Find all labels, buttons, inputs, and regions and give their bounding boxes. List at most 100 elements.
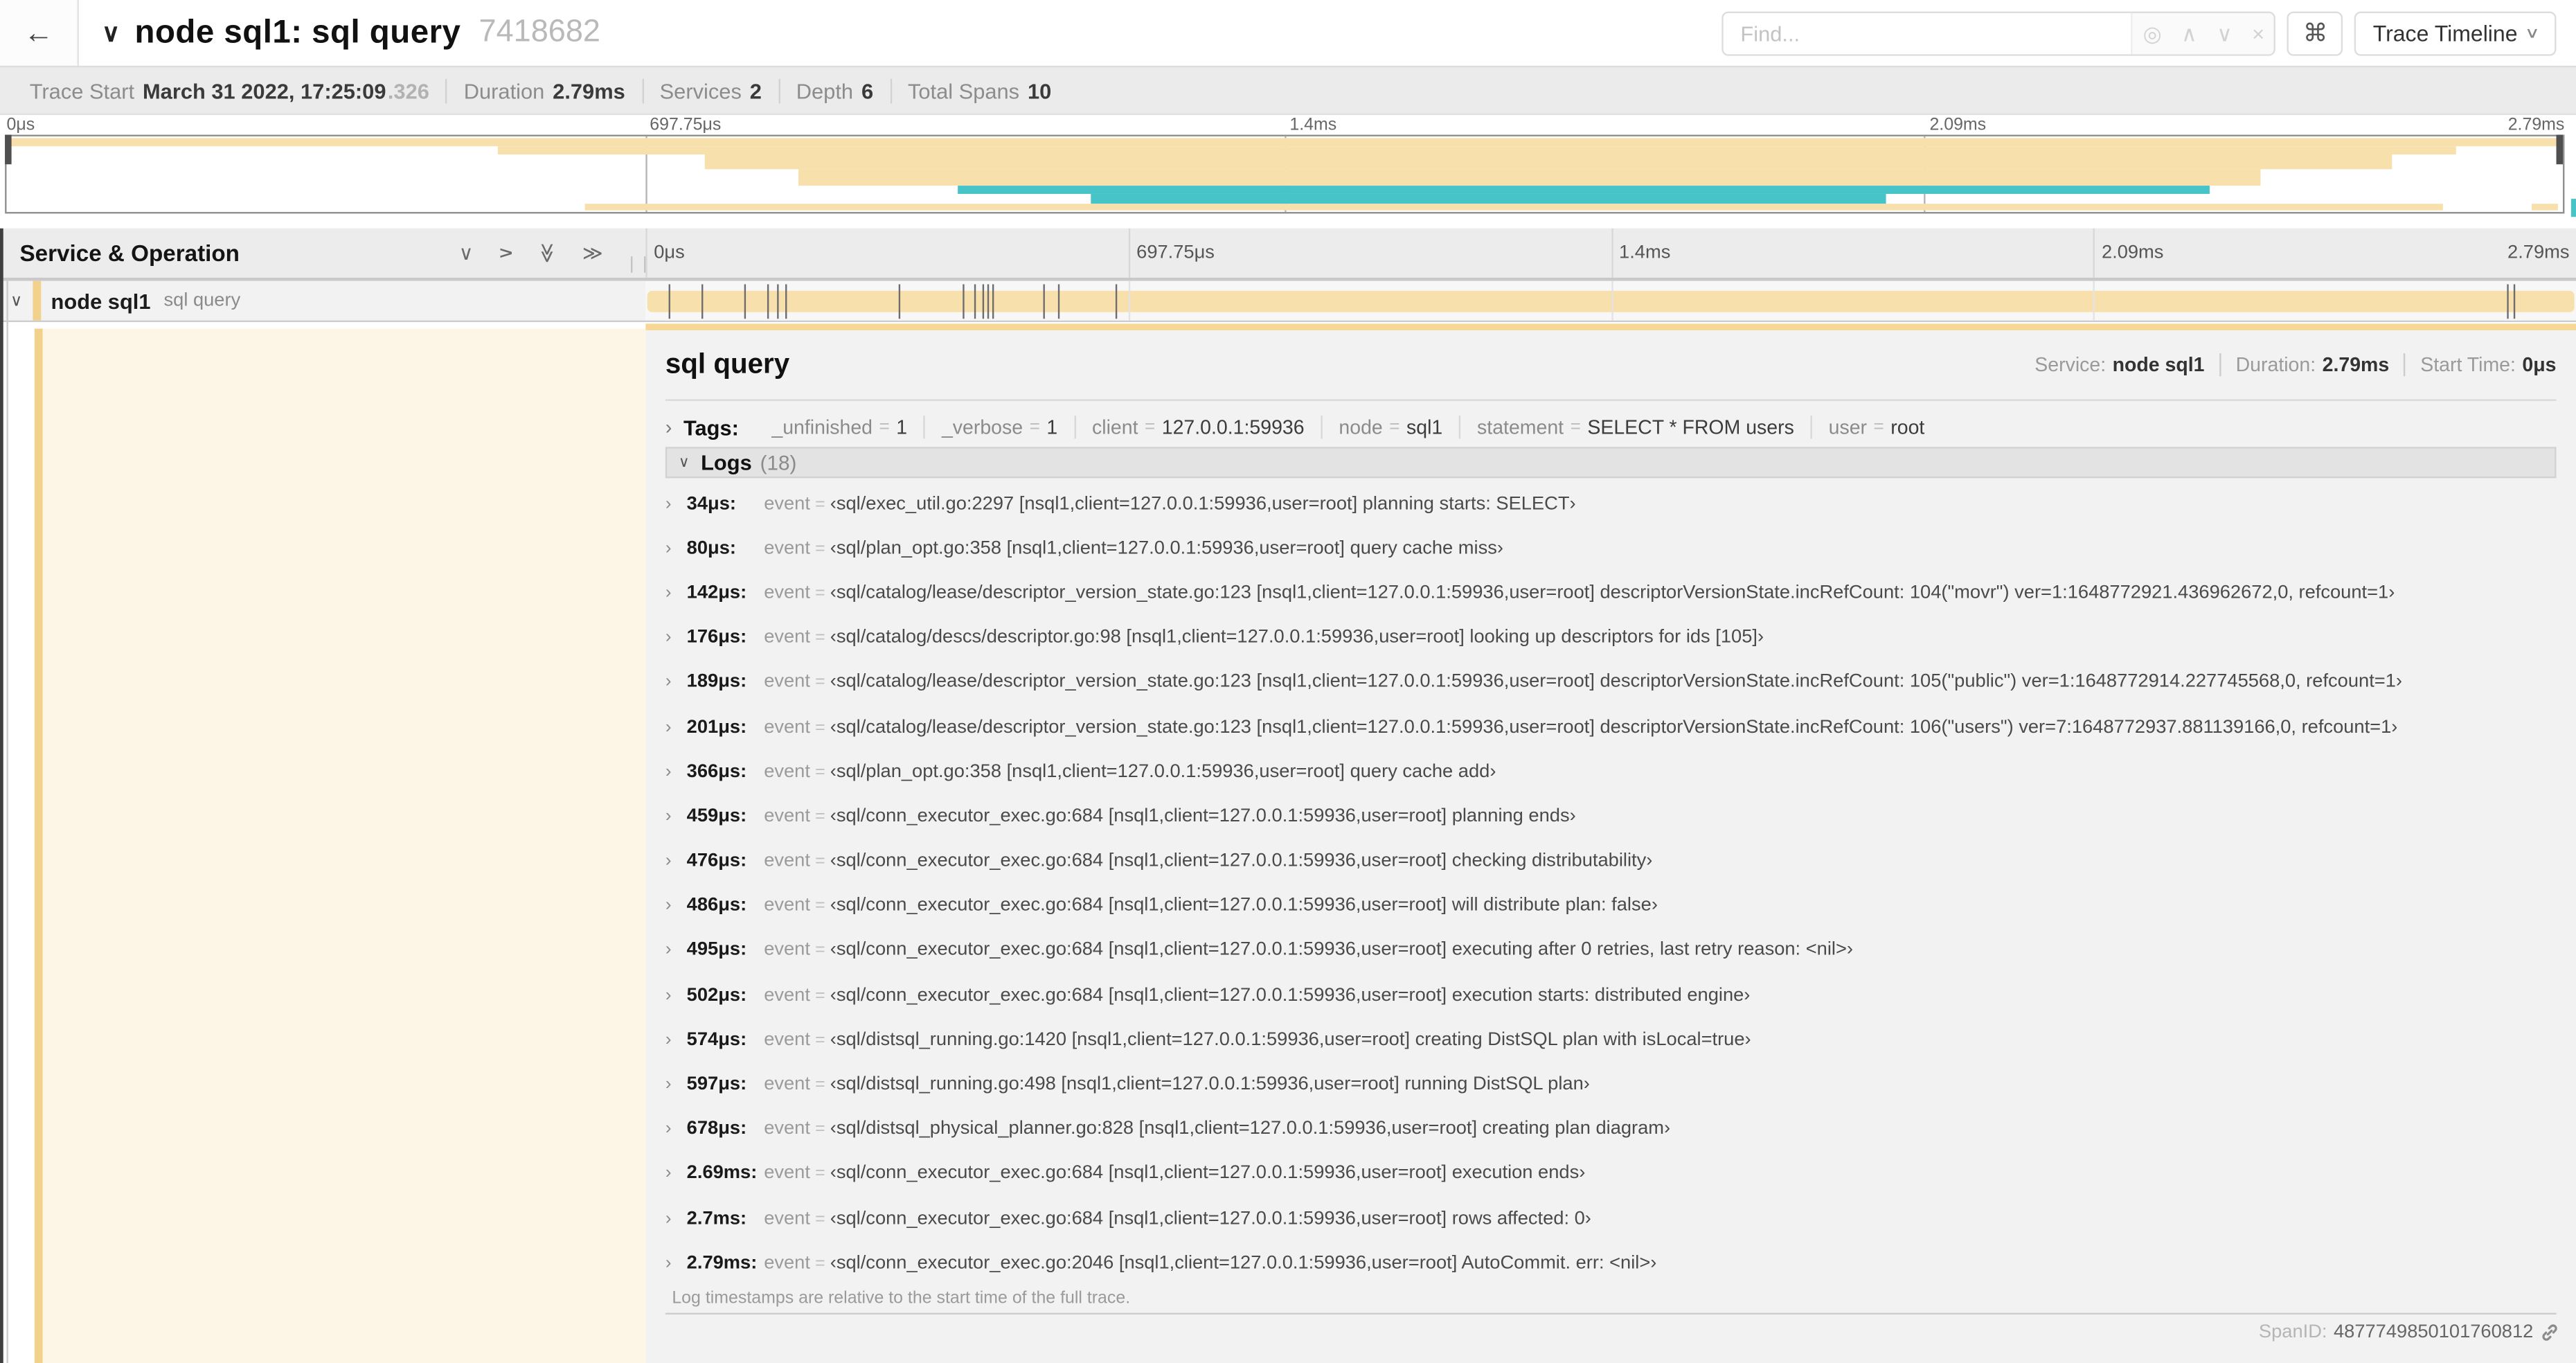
log-row[interactable]: › 574μs: event = ‹sql/distsql_running.go:142… [665,1017,2557,1062]
span-row-timeline[interactable] [645,280,2576,321]
minimap-right-drag-handle[interactable] [2556,134,2564,165]
find-input[interactable] [1724,12,2132,54]
log-row[interactable]: › 34μs: event = ‹sql/exec_util.go:2297 [nsql… [665,481,2557,526]
span-detail-title: sql query [665,348,790,380]
log-row[interactable]: › 142μs: event = ‹sql/catalog/lease/descript… [665,571,2557,616]
find-clear-icon[interactable]: × [2252,22,2264,44]
tag-pill[interactable]: _unfinished = 1 [755,416,926,439]
expand-one-icon[interactable]: ∨ [494,246,517,260]
log-field-value: ‹sql/catalog/lease/descriptor_version_st… [830,717,2398,738]
page-title: node sql1: sql query [134,14,461,51]
log-message: event = ‹sql/distsql_physical_planner.go:8… [764,1119,1670,1139]
chevron-right-icon: › [665,896,672,916]
log-message: event = ‹sql/catalog/lease/descriptor_vers… [764,583,2395,603]
spanid-label: SpanID: [2258,1322,2327,1343]
tag-key: user [1828,416,1868,439]
log-message: event = ‹sql/conn_executor_exec.go:684 [ns… [764,896,1658,916]
log-row[interactable]: › 495μs: event = ‹sql/conn_executor_exec.go:… [665,928,2557,973]
top-bar: ← ∨ node sql1: sql query 7418682 ◎ ∧ ∨ ×… [0,0,2576,66]
log-timestamp: 142μs: [686,583,747,603]
log-row[interactable]: › 459μs: event = ‹sql/conn_executor_exec.go:… [665,794,2557,839]
collapse-one-icon[interactable]: ∨ [459,243,474,262]
trace-stat-item: Services 2 [643,78,780,103]
log-field-key: event [764,806,810,827]
log-row[interactable]: › 502μs: event = ‹sql/conn_executor_exec.go:… [665,973,2557,1018]
find-next-icon[interactable]: ∨ [2217,22,2233,44]
log-row[interactable]: › 176μs: event = ‹sql/catalog/descs/descript… [665,616,2557,661]
chevron-right-icon: › [665,941,672,961]
stat-value: 6 [861,78,874,103]
expand-all-icon[interactable]: ≫ [582,243,603,262]
collapse-all-icon[interactable]: ≫ [536,242,559,263]
span-collapse-icon[interactable]: ∨ [0,292,33,310]
log-row[interactable]: › 80μs: event = ‹sql/plan_opt.go:358 [nsql1,… [665,526,2557,571]
equals-sign: = [815,1209,825,1229]
left-edge-border [0,228,3,1363]
log-message: event = ‹sql/conn_executor_exec.go:684 [ns… [764,807,1576,826]
minimap-axis-label: 0μs [6,115,35,135]
tag-pill[interactable]: node = sql1 [1323,416,1461,439]
equals-sign: = [815,1119,825,1139]
log-field-key: event [764,627,810,648]
find-prev-icon[interactable]: ∧ [2181,22,2197,44]
view-dropdown-button[interactable]: Trace Timeline ∨ [2354,10,2557,55]
trace-title-group: ∨ node sql1: sql query 7418682 [102,14,600,52]
span-detail-left-column [0,323,646,1363]
log-field-key: event [764,717,810,738]
logs-accordion-header[interactable]: ∨ Logs (18) [665,447,2557,479]
title-collapse-icon[interactable]: ∨ [102,18,120,47]
log-message: event = ‹sql/plan_opt.go:358 [nsql1,client… [764,762,1496,781]
tag-pill[interactable]: user = root [1812,416,1941,438]
minimap-canvas[interactable] [5,134,2565,214]
log-event-tick [767,284,769,319]
tag-pill[interactable]: _verbose = 1 [925,416,1076,439]
log-field-key: event [764,1209,810,1229]
log-row[interactable]: › 366μs: event = ‹sql/plan_opt.go:358 [nsql1… [665,749,2557,794]
minimap-right-fragment [2570,199,2576,217]
trace-stats-bar: Trace Start March 31 2022, 17:25:09.326 Du… [0,65,2576,116]
log-field-key: event [764,583,810,603]
keyboard-shortcuts-button[interactable]: ⌘ [2287,10,2344,55]
column-resizer-grip[interactable] [631,256,646,273]
stat-label: Trace Start [29,78,135,103]
log-field-value: ‹sql/conn_executor_exec.go:684 [nsql1,cl… [830,896,1658,916]
log-row[interactable]: › 189μs: event = ‹sql/catalog/lease/descript… [665,660,2557,705]
equals-sign: = [815,806,825,827]
tag-value: 1 [896,416,908,439]
tags-accordion[interactable]: › Tags: _unfinished = 1 _verbose = 1 client = 12… [665,407,2557,447]
log-row[interactable]: › 201μs: event = ‹sql/catalog/lease/descript… [665,705,2557,750]
log-timestamp: 597μs: [686,1074,747,1095]
trace-stat-item: Trace Start March 31 2022, 17:25:09.326 [13,78,448,103]
tag-pill[interactable]: statement = SELECT * FROM users [1460,416,1812,439]
locate-icon[interactable]: ◎ [2143,22,2162,44]
log-row[interactable]: › 476μs: event = ‹sql/conn_executor_exec.go:… [665,839,2557,884]
link-icon[interactable] [2540,1323,2559,1342]
log-row[interactable]: › 486μs: event = ‹sql/conn_executor_exec.go:… [665,884,2557,929]
minimap-left-drag-handle[interactable] [5,134,12,165]
log-field-value: ‹sql/catalog/lease/descriptor_version_st… [830,672,2402,693]
log-row[interactable]: › 2.79ms: event = ‹sql/conn_executor_exec.go… [665,1241,2557,1286]
log-row[interactable]: › 678μs: event = ‹sql/distsql_physical_plann… [665,1107,2557,1152]
span-row[interactable]: ∨ node sql1 sql query [0,280,2576,323]
log-message: event = ‹sql/conn_executor_exec.go:684 [ns… [764,851,1652,871]
tag-pill[interactable]: client = 127.0.0.1:59936 [1075,416,1323,439]
chevron-right-icon: › [665,762,672,782]
timeline-axis-label: 697.75μs [1136,243,1215,263]
logs-footnote: Log timestamps are relative to the start… [665,1288,2557,1315]
overview-label: Service: [2034,353,2107,377]
log-row[interactable]: › 2.69ms: event = ‹sql/conn_executor_exec.go… [665,1152,2557,1197]
trace-timeline-page: ← ∨ node sql1: sql query 7418682 ◎ ∧ ∨ ×… [0,0,2576,1363]
log-row[interactable]: › 2.7ms: event = ‹sql/conn_executor_exec.go:… [665,1196,2557,1241]
overview-value: node sql1 [2112,353,2205,377]
back-button[interactable]: ← [0,0,79,66]
tag-value: 1 [1046,416,1058,439]
chevron-right-icon: › [665,583,672,603]
span-row-name-cell[interactable]: ∨ node sql1 sql query [0,280,646,321]
find-group: ◎ ∧ ∨ × [1722,10,2276,55]
log-row[interactable]: › 597μs: event = ‹sql/distsql_running.go:498… [665,1062,2557,1107]
log-timestamp: 34μs: [686,494,737,514]
log-event-tick [2513,284,2516,319]
minimap-span-bar [6,138,2564,145]
equals-sign: = [815,985,825,1006]
log-field-key: event [764,896,810,916]
